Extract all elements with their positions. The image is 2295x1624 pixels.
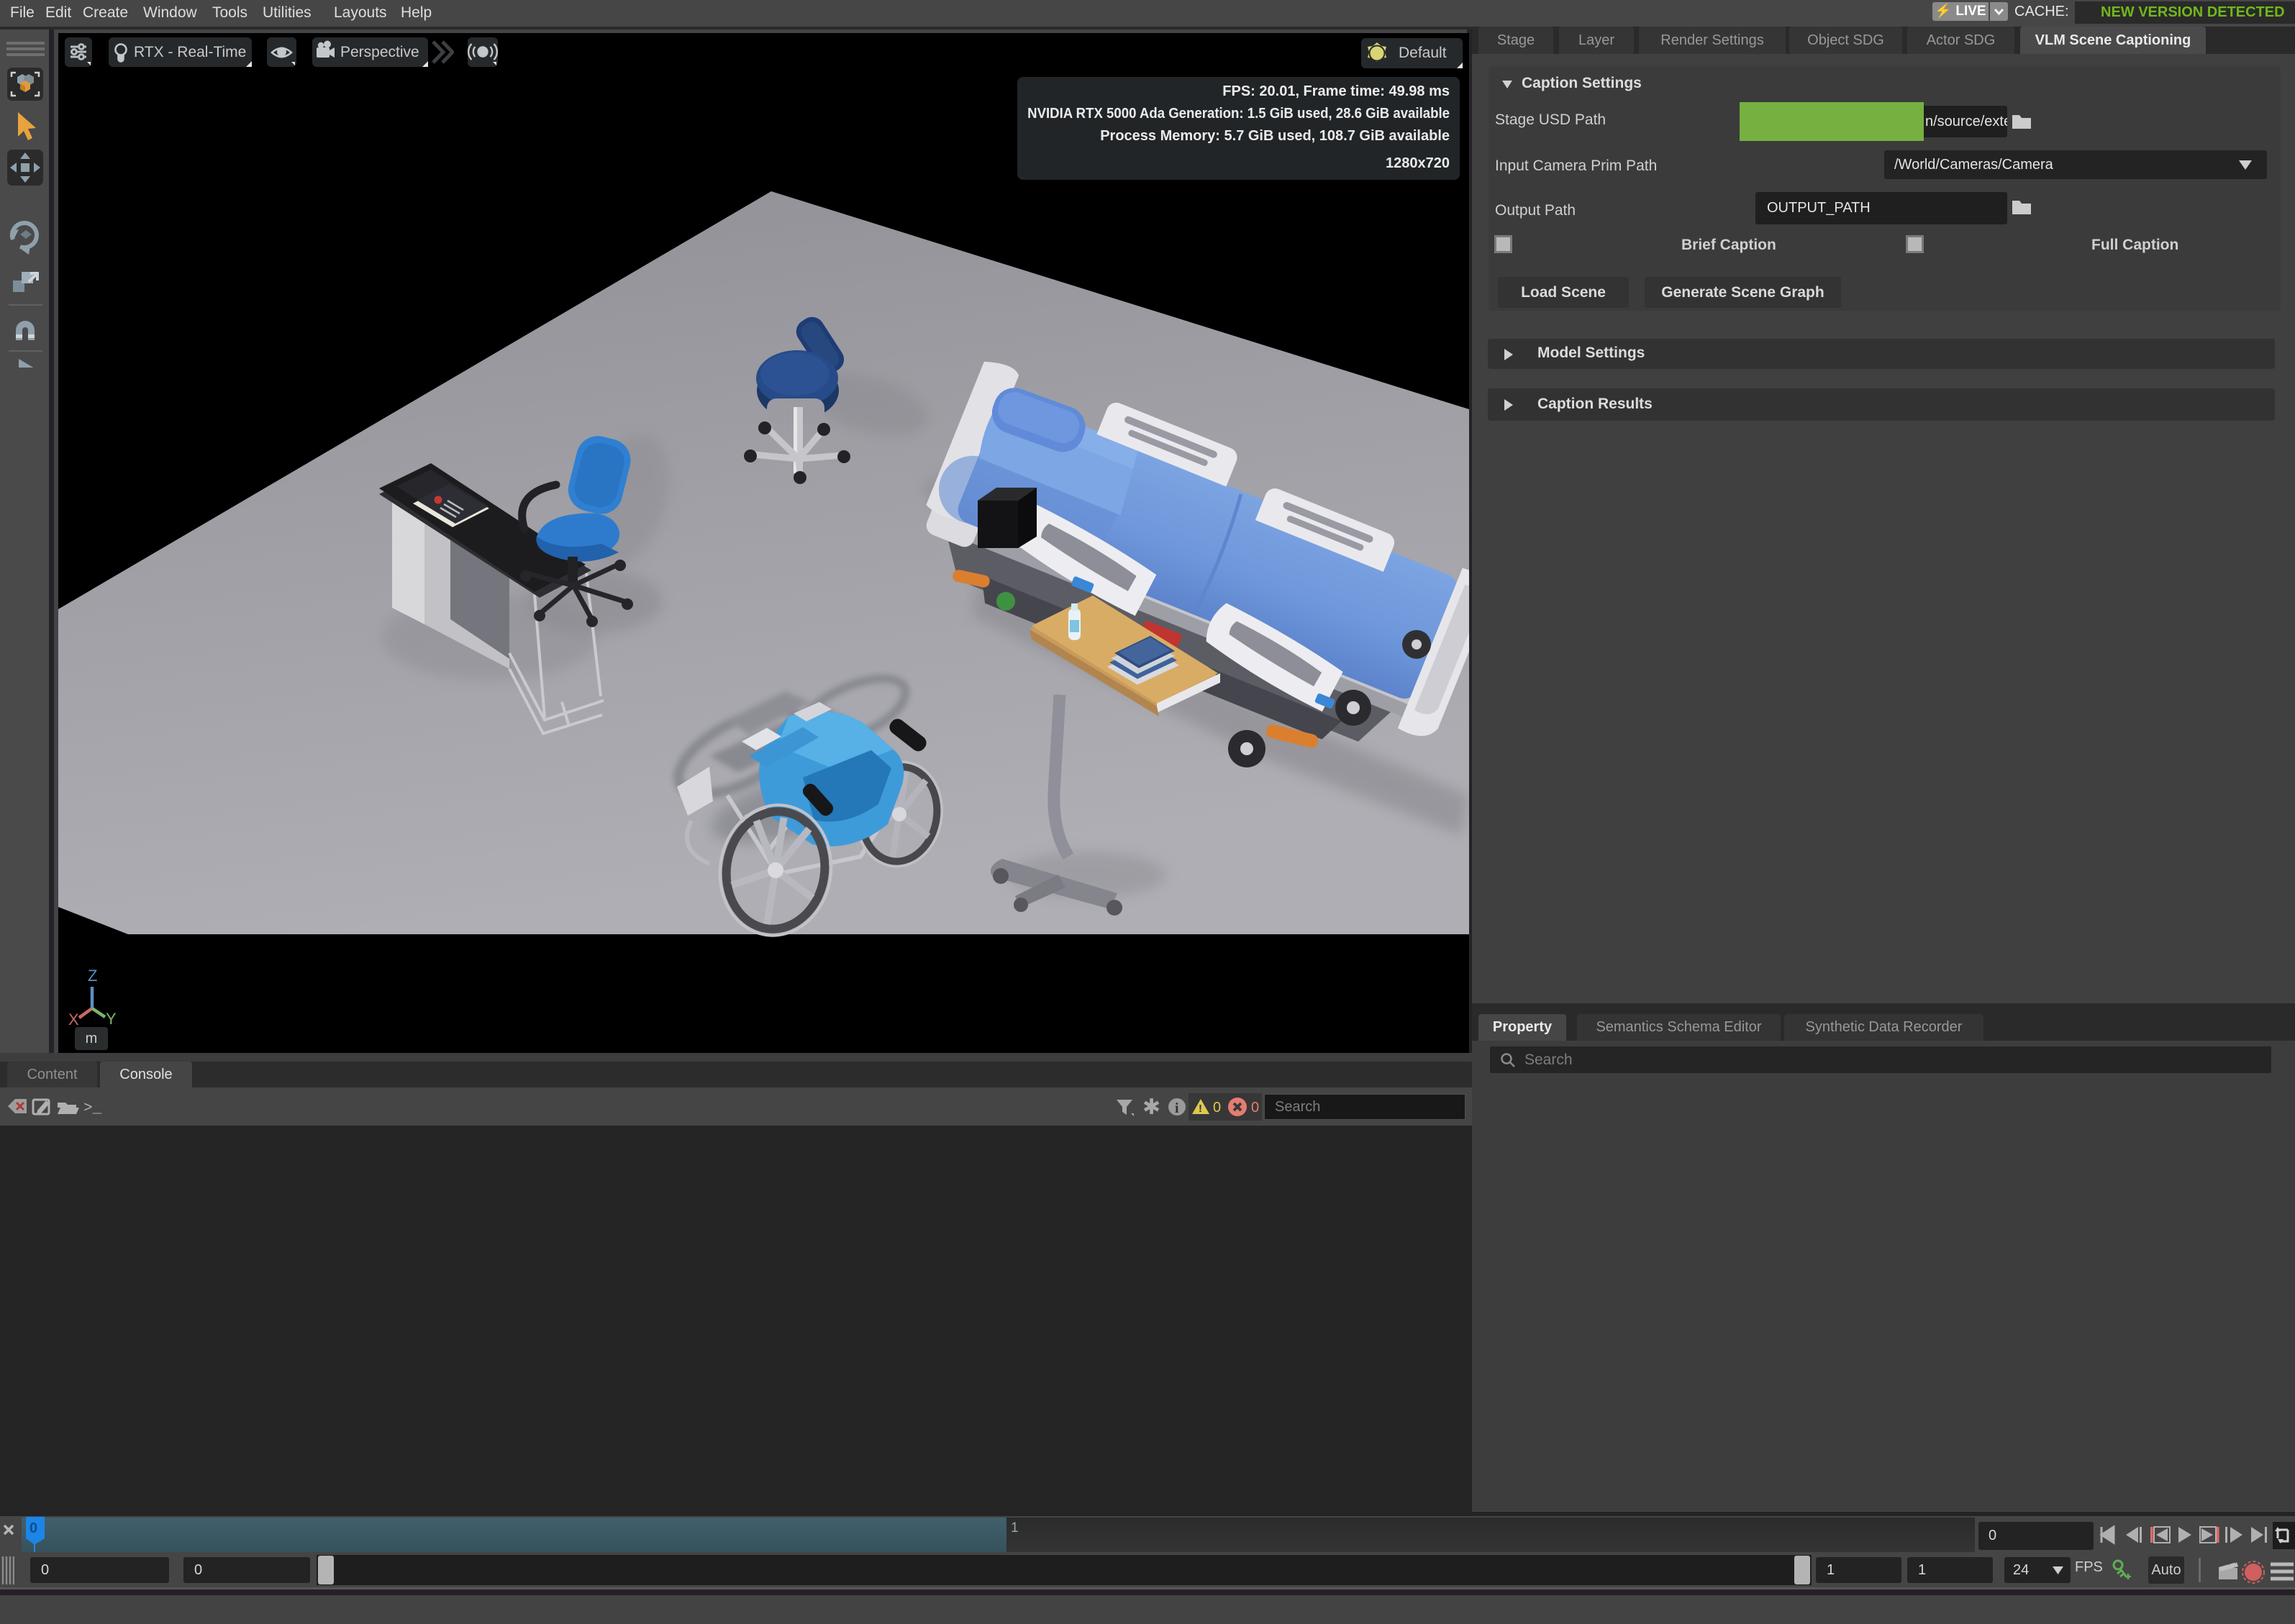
svg-text:X: X (68, 1011, 79, 1026)
svg-text:Y: Y (106, 1010, 117, 1026)
svg-text:i: i (1175, 1100, 1179, 1116)
svg-text:!: ! (1199, 1103, 1202, 1115)
svg-text:>_: >_ (83, 1100, 102, 1117)
svg-text:0: 0 (1251, 1100, 1259, 1116)
svg-text:Z: Z (88, 968, 97, 985)
svg-text:✱: ✱ (1142, 1095, 1160, 1119)
svg-text:0: 0 (29, 1520, 37, 1536)
svg-text:0: 0 (1213, 1100, 1221, 1116)
